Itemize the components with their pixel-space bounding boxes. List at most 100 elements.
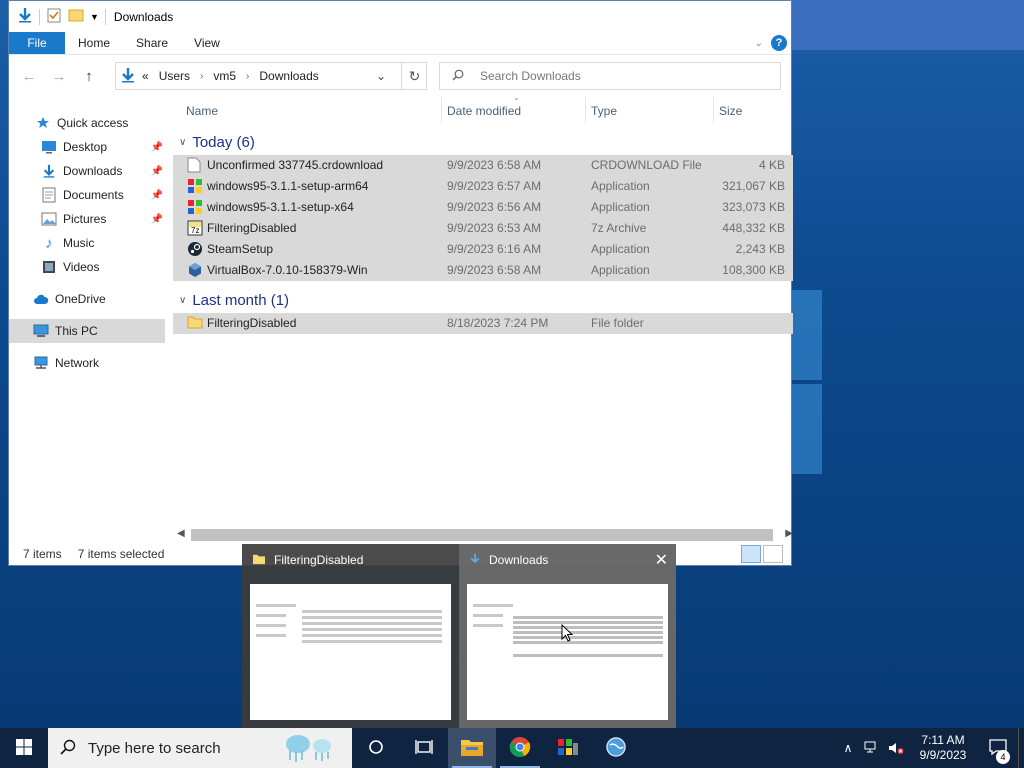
file-type: Application: [591, 263, 650, 277]
pin-icon: 📌: [150, 141, 163, 153]
folder-icon: [187, 315, 203, 331]
desktop-icon: [41, 139, 57, 155]
quick-access-toolbar: ▼: [17, 7, 106, 26]
chevron-down-icon: ∨: [179, 294, 187, 306]
show-desktop-button[interactable]: [1018, 728, 1024, 768]
large-icons-view-icon[interactable]: [763, 545, 783, 563]
volume-muted-icon[interactable]: [884, 741, 908, 755]
start-button[interactable]: [0, 728, 48, 768]
desktop-logo-pane: [792, 290, 822, 380]
sort-arrow-icon: ⌄: [513, 93, 520, 102]
breadcrumb-overflow[interactable]: «: [142, 69, 149, 83]
table-row[interactable]: Unconfirmed 337745.crdownload 9/9/2023 6…: [173, 155, 793, 176]
sidebar-item-videos[interactable]: Videos: [9, 255, 165, 279]
close-icon[interactable]: ✕: [655, 550, 668, 570]
file-date: 9/9/2023 6:53 AM: [447, 221, 542, 235]
breadcrumb-downloads[interactable]: Downloads: [259, 69, 318, 83]
sidebar-item-this-pc[interactable]: This PC: [9, 319, 165, 343]
sidebar-item-documents[interactable]: Documents 📌: [9, 183, 165, 207]
clock[interactable]: 7:11 AM 9/9/2023: [908, 733, 978, 763]
sidebar-item-pictures[interactable]: Pictures 📌: [9, 207, 165, 231]
help-button[interactable]: ?: [771, 35, 787, 51]
sidebar-item-desktop[interactable]: Desktop 📌: [9, 135, 165, 159]
chevron-up-icon[interactable]: ∧: [836, 741, 860, 755]
up-arrow-icon[interactable]: ↑: [77, 64, 101, 88]
file-name: FilteringDisabled: [207, 221, 297, 235]
taskbar-search-box[interactable]: Type here to search: [48, 728, 352, 768]
group-header-last-month[interactable]: ∨ Last month (1): [173, 287, 793, 313]
table-row[interactable]: SteamSetup 9/9/2023 6:16 AM Application …: [173, 239, 793, 260]
cloud-icon: [33, 291, 49, 307]
sidebar-item-network[interactable]: Network: [9, 351, 165, 375]
tab-share[interactable]: Share: [123, 32, 181, 54]
tab-file[interactable]: File: [9, 32, 65, 54]
network-status-icon[interactable]: [860, 741, 884, 755]
group-header-today[interactable]: ∨ Today (6): [173, 129, 793, 155]
file-date: 9/9/2023 6:56 AM: [447, 200, 542, 214]
scrollbar-thumb[interactable]: [191, 529, 773, 541]
chevron-right-icon[interactable]: ›: [246, 71, 249, 82]
search-input[interactable]: Search Downloads: [439, 62, 781, 90]
action-center-button[interactable]: 4: [978, 738, 1018, 764]
sidebar-item-onedrive[interactable]: OneDrive: [9, 287, 165, 311]
sidebar-item-music[interactable]: ♪ Music: [9, 231, 165, 255]
taskbar-chrome[interactable]: [496, 728, 544, 768]
chrome-icon: [509, 736, 531, 761]
column-header-size[interactable]: Size: [719, 104, 742, 118]
chevron-down-icon: ∨: [179, 136, 187, 148]
taskbar-globe-app[interactable]: [592, 728, 640, 768]
scroll-left-icon[interactable]: ◀: [177, 528, 185, 539]
sidebar-item-downloads[interactable]: Downloads 📌: [9, 159, 165, 183]
chevron-down-icon[interactable]: ▼: [90, 12, 99, 22]
taskbar-file-explorer[interactable]: [448, 728, 496, 768]
details-view-icon[interactable]: [741, 545, 761, 563]
column-header-date[interactable]: Date modified: [447, 104, 521, 118]
properties-icon[interactable]: [46, 7, 62, 26]
sidebar-item-label: Pictures: [63, 212, 107, 226]
breadcrumb-users[interactable]: Users: [159, 69, 190, 83]
system-tray: ∧ 7:11 AM 9/9/2023 4: [836, 728, 1024, 768]
sidebar-item-quick-access[interactable]: Quick access: [9, 111, 165, 135]
refresh-button[interactable]: ↻: [401, 62, 427, 90]
clock-date: 9/9/2023: [919, 748, 967, 762]
table-row[interactable]: VirtualBox-7.0.10-158379-Win 9/9/2023 6:…: [173, 260, 793, 281]
scroll-right-icon[interactable]: ▶: [785, 528, 793, 539]
window-preview: [467, 584, 668, 720]
back-arrow-icon[interactable]: ←: [17, 64, 41, 88]
table-row[interactable]: windows95-3.1.1-setup-arm64 9/9/2023 6:5…: [173, 176, 793, 197]
task-view-button[interactable]: [400, 728, 448, 768]
forward-arrow-icon[interactable]: →: [47, 64, 71, 88]
taskbar-windows95-app[interactable]: [544, 728, 592, 768]
archive-icon: 7z: [187, 220, 203, 236]
table-row[interactable]: FilteringDisabled 8/18/2023 7:24 PM File…: [173, 313, 793, 334]
table-row[interactable]: 7z FilteringDisabled 9/9/2023 6:53 AM 7z…: [173, 218, 793, 239]
thumbnail-filteringdisabled[interactable]: FilteringDisabled: [242, 544, 459, 728]
search-placeholder: Search Downloads: [480, 69, 581, 83]
sidebar-item-label: Network: [55, 356, 100, 370]
sidebar-item-label: Downloads: [63, 164, 123, 178]
address-bar[interactable]: « Users › vm5 › Downloads ⌄: [115, 62, 427, 90]
horizontal-scrollbar[interactable]: ◀ ▶: [173, 526, 793, 543]
file-date: 9/9/2023 6:16 AM: [447, 242, 542, 256]
column-header-type[interactable]: Type: [591, 104, 617, 118]
file-size: 323,073 KB: [722, 200, 785, 214]
file-date: 9/9/2023 6:58 AM: [447, 158, 542, 172]
table-row[interactable]: windows95-3.1.1-setup-x64 9/9/2023 6:56 …: [173, 197, 793, 218]
new-folder-icon[interactable]: [68, 7, 84, 26]
file-size: 448,332 KB: [722, 221, 785, 235]
column-header-name[interactable]: Name: [186, 104, 218, 118]
thumbnail-downloads[interactable]: Downloads ✕: [459, 544, 676, 728]
windows-app-icon: [187, 199, 203, 215]
breadcrumb-vm5[interactable]: vm5: [213, 69, 236, 83]
cortana-button[interactable]: [352, 728, 400, 768]
group-label: Last month (1): [192, 291, 290, 309]
tab-view[interactable]: View: [181, 32, 233, 54]
tab-home[interactable]: Home: [65, 32, 123, 54]
network-icon: [33, 355, 49, 371]
chevron-right-icon[interactable]: ›: [200, 71, 203, 82]
expand-ribbon-icon[interactable]: ⌄: [755, 38, 763, 49]
chevron-down-icon[interactable]: ⌄: [370, 63, 392, 89]
file-size: 2,243 KB: [735, 242, 785, 256]
file-type: CRDOWNLOAD File: [591, 158, 702, 172]
column-header-row: Name Date modified ⌄ Type Size: [173, 93, 793, 127]
